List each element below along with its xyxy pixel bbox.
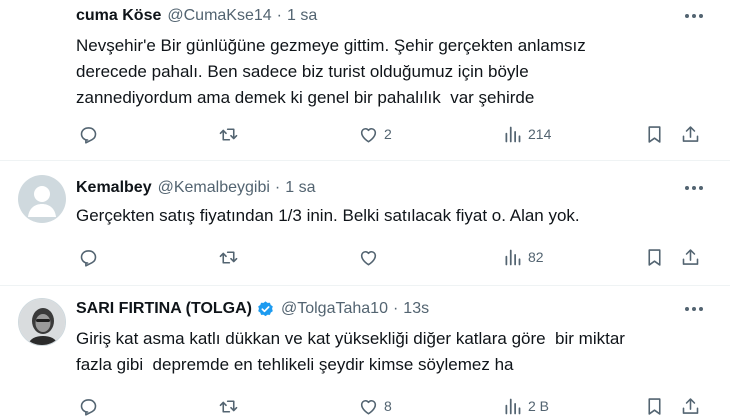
- like-button[interactable]: [358, 245, 384, 269]
- view-count: 82: [528, 249, 544, 265]
- more-options-button[interactable]: [680, 178, 708, 198]
- like-button[interactable]: 8: [358, 394, 392, 418]
- views-button[interactable]: 82: [502, 245, 544, 269]
- tweet-text: Giriş kat asma katlı dükkan ve kat yükse…: [76, 329, 625, 374]
- views-chart-icon: [505, 249, 521, 265]
- share-button[interactable]: [680, 394, 701, 418]
- retweet-button[interactable]: [218, 122, 244, 146]
- like-count: 8: [384, 398, 392, 414]
- more-options-button[interactable]: [680, 299, 708, 319]
- user-handle[interactable]: @Kemalbeygibi: [158, 179, 270, 197]
- share-icon: [682, 248, 699, 265]
- view-count: 2 B: [528, 398, 550, 414]
- user-handle[interactable]: @TolgaTaha10: [281, 300, 388, 318]
- tweet-text: Gerçekten satış fiyatından 1/3 inin. Bel…: [76, 206, 580, 225]
- view-count: 214: [528, 126, 552, 142]
- tweet-text: Nevşehir'e Bir günlüğüne gezmeye gittim.…: [76, 36, 586, 107]
- bookmark-icon: [648, 125, 661, 143]
- like-button[interactable]: 2: [358, 122, 392, 146]
- reply-button[interactable]: [78, 394, 104, 418]
- verified-badge-icon: [256, 300, 275, 319]
- timestamp[interactable]: 13s: [403, 300, 429, 318]
- share-icon: [682, 125, 699, 142]
- separator-dot: ·: [274, 179, 281, 196]
- views-chart-icon: [505, 126, 521, 142]
- tweet-header: SARI FIRTINA (TOLGA) @TolgaTaha10 · 13s: [76, 298, 429, 320]
- tweet-actions: 2 214: [76, 122, 712, 146]
- default-avatar-icon: [28, 186, 56, 217]
- display-name[interactable]: Kemalbey: [76, 179, 152, 197]
- timestamp[interactable]: 1 sa: [287, 7, 317, 25]
- more-dots-icon: [685, 307, 703, 311]
- bookmark-button[interactable]: [644, 245, 665, 269]
- tweet-actions: 82: [76, 245, 712, 269]
- views-button[interactable]: 214: [502, 122, 551, 146]
- tweet-header: cuma Köse @CumaKse14 · 1 sa: [76, 5, 317, 27]
- bookmark-button[interactable]: [644, 122, 665, 146]
- reply-icon: [80, 398, 97, 416]
- tweet-3[interactable]: SARI FIRTINA (TOLGA) @TolgaTaha10 · 13s …: [0, 286, 730, 420]
- retweet-button[interactable]: [218, 394, 244, 418]
- bookmark-button[interactable]: [644, 394, 665, 418]
- user-handle[interactable]: @CumaKse14: [167, 7, 271, 25]
- tweet-2[interactable]: Kemalbey @Kemalbeygibi · 1 sa Gerçekten …: [0, 161, 730, 285]
- heart-icon: [360, 399, 377, 414]
- like-count: 2: [384, 126, 392, 142]
- bookmark-icon: [648, 397, 661, 415]
- more-options-button[interactable]: [680, 6, 708, 26]
- share-icon: [682, 397, 699, 414]
- separator-dot: ·: [392, 300, 399, 317]
- views-chart-icon: [505, 398, 521, 414]
- share-button[interactable]: [680, 122, 701, 146]
- heart-icon: [360, 250, 377, 265]
- retweet-icon: [219, 127, 238, 141]
- more-dots-icon: [685, 14, 703, 18]
- reply-button[interactable]: [78, 245, 104, 269]
- retweet-button[interactable]: [218, 245, 244, 269]
- avatar[interactable]: [18, 298, 66, 346]
- reply-icon: [80, 126, 97, 144]
- tweet-header: Kemalbey @Kemalbeygibi · 1 sa: [76, 177, 315, 199]
- tweet-1[interactable]: cuma Köse @CumaKse14 · 1 sa Nevşehir'e B…: [0, 0, 730, 160]
- share-button[interactable]: [680, 245, 701, 269]
- more-dots-icon: [685, 186, 703, 190]
- timestamp[interactable]: 1 sa: [285, 179, 315, 197]
- avatar[interactable]: [18, 175, 66, 223]
- bookmark-icon: [648, 248, 661, 266]
- reply-icon: [80, 249, 97, 267]
- tweet-actions: 8 2 B: [76, 394, 712, 418]
- views-button[interactable]: 2 B: [502, 394, 549, 418]
- profile-photo-icon: [19, 299, 65, 345]
- display-name[interactable]: cuma Köse: [76, 7, 161, 25]
- reply-button[interactable]: [78, 122, 104, 146]
- heart-icon: [360, 127, 377, 142]
- separator-dot: ·: [276, 7, 282, 24]
- retweet-icon: [219, 250, 238, 264]
- display-name[interactable]: SARI FIRTINA (TOLGA): [76, 300, 252, 318]
- retweet-icon: [219, 399, 238, 413]
